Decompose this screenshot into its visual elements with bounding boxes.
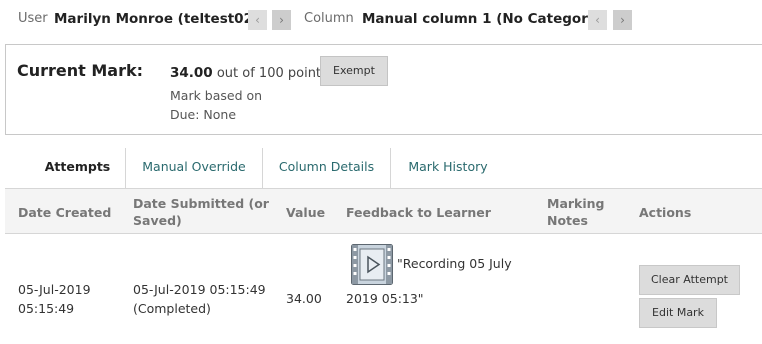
- header-feedback: Feedback to Learner: [346, 205, 491, 220]
- chevron-right-icon: ›: [279, 13, 284, 27]
- next-column-button[interactable]: ›: [613, 10, 632, 30]
- date-submitted-datetime: 05-Jul-2019 05:15:49: [133, 282, 266, 297]
- chevron-left-icon: ‹: [595, 13, 600, 27]
- mark-based-on: Mark based on: [170, 88, 263, 103]
- current-mark-title: Current Mark:: [17, 61, 144, 80]
- previous-column-button[interactable]: ‹: [588, 10, 607, 30]
- current-mark-panel: Current Mark: 34.00 out of 100 points Ex…: [5, 44, 762, 135]
- feedback-text-line2: 2019 05:13": [346, 291, 424, 306]
- user-column-navigator: User Marilyn Monroe (teltest02) ‹ › Colu…: [0, 0, 762, 40]
- date-submitted-status: (Completed): [133, 301, 211, 316]
- tab-attempts[interactable]: Attempts: [30, 148, 125, 188]
- current-mark-score: 34.00 out of 100 points: [170, 65, 328, 81]
- cell-date-created: 05-Jul-2019 05:15:49: [18, 280, 91, 318]
- date-created-date: 05-Jul-2019: [18, 282, 91, 297]
- score-value: 34.00: [170, 65, 213, 81]
- previous-user-button[interactable]: ‹: [248, 10, 267, 30]
- cell-value: 34.00: [286, 291, 322, 306]
- header-date-submitted: Date Submitted (or Saved): [133, 195, 269, 229]
- chevron-left-icon: ‹: [255, 13, 260, 27]
- video-play-icon[interactable]: [351, 244, 393, 285]
- edit-mark-button[interactable]: Edit Mark: [639, 298, 717, 328]
- due-date: Due: None: [170, 107, 237, 122]
- tab-mark-history[interactable]: Mark History: [391, 148, 505, 188]
- tab-column-details[interactable]: Column Details: [263, 148, 390, 188]
- next-user-button[interactable]: ›: [272, 10, 291, 30]
- attempts-table-header: Date Created Date Submitted (or Saved) Va…: [5, 188, 762, 234]
- date-created-time: 05:15:49: [18, 301, 75, 316]
- feedback-text-line1: "Recording 05 July: [397, 256, 512, 271]
- header-value: Value: [286, 205, 326, 220]
- exempt-button[interactable]: Exempt: [320, 56, 388, 86]
- detail-tabs: Attempts Manual Override Column Details …: [0, 148, 762, 188]
- clear-attempt-button[interactable]: Clear Attempt: [639, 265, 740, 295]
- tab-manual-override[interactable]: Manual Override: [126, 148, 262, 188]
- header-date-submitted-line1: Date Submitted (or: [133, 196, 269, 211]
- header-marking-notes: Marking Notes: [547, 195, 604, 229]
- cell-date-submitted: 05-Jul-2019 05:15:49 (Completed): [133, 280, 266, 318]
- column-name: Manual column 1 (No Category): [362, 11, 603, 27]
- user-name: Marilyn Monroe (teltest02): [54, 11, 260, 27]
- score-suffix: out of 100 points: [216, 66, 328, 81]
- header-date-created: Date Created: [18, 205, 112, 220]
- column-label: Column: [304, 11, 354, 26]
- user-label: User: [18, 11, 48, 26]
- chevron-right-icon: ›: [620, 13, 625, 27]
- header-actions: Actions: [639, 205, 692, 220]
- header-marking-notes-line1: Marking: [547, 196, 605, 211]
- header-marking-notes-line2: Notes: [547, 213, 588, 228]
- header-date-submitted-line2: Saved): [133, 213, 182, 228]
